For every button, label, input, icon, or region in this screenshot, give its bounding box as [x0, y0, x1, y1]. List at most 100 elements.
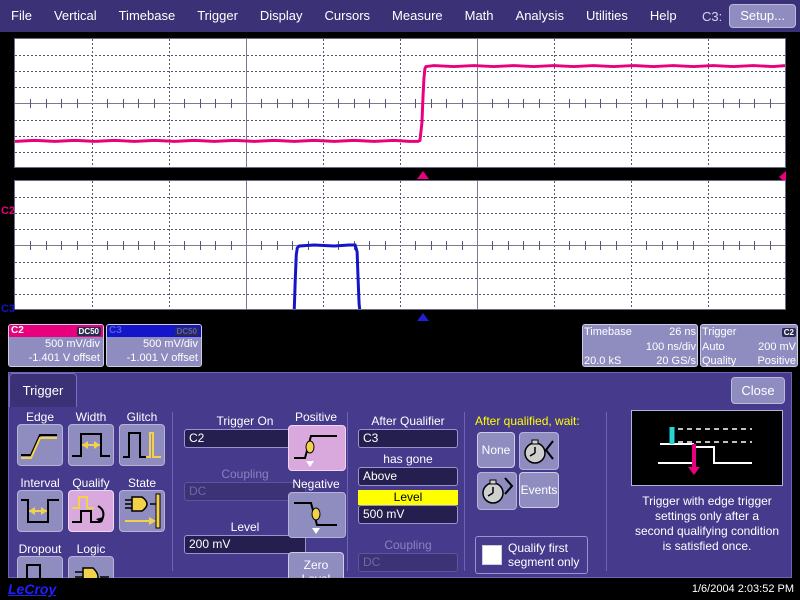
trigger-type-interval[interactable]: Interval	[17, 476, 63, 532]
help-text-line3: second qualifying condition	[631, 524, 783, 539]
interval-trigger-icon[interactable]	[17, 490, 63, 532]
trigger-type-qualify-label: Qualify	[68, 476, 114, 490]
channel-tag-c3: C3	[1, 304, 15, 315]
setup-button[interactable]: Setup...	[729, 4, 796, 28]
trigger-type-state-label: State	[119, 476, 165, 490]
trigger-status-mode: Auto	[702, 340, 725, 354]
width-trigger-icon[interactable]	[68, 424, 114, 466]
help-panel: Trigger with edge trigger settings only …	[631, 410, 783, 554]
qualify-trigger-icon[interactable]	[68, 490, 114, 532]
help-text: Trigger with edge trigger settings only …	[631, 494, 783, 554]
slope-positive-label: Positive	[286, 410, 346, 425]
descriptor-row: C2 DC50 500 mV/div -1.401 V offset C3 DC…	[0, 322, 800, 370]
slope-negative-label: Negative	[286, 477, 346, 492]
trigger-status-type-row: Quality Positive	[702, 354, 796, 367]
state-trigger-icon[interactable]	[119, 490, 165, 532]
trigger-position-marker-c3[interactable]	[417, 313, 429, 321]
slope-positive-button[interactable]	[288, 425, 346, 471]
menu-item-vertical[interactable]: Vertical	[43, 0, 108, 32]
trigger-status-slope: Positive	[757, 354, 796, 367]
waveform-trace-c3	[15, 181, 785, 309]
timebase-status-delay: 26 ns	[669, 325, 696, 340]
help-text-line1: Trigger with edge trigger	[631, 494, 783, 509]
timebase-status-sample-row: 20.0 kS 20 GS/s	[584, 354, 696, 367]
trigger-type-edge[interactable]: Edge	[17, 410, 63, 466]
waveform-trace-c2	[15, 39, 785, 167]
wait-none-button[interactable]: None	[477, 432, 515, 468]
dialog-body: Edge Width	[9, 406, 791, 577]
trigger-type-width[interactable]: Width	[68, 410, 114, 466]
menu-item-timebase[interactable]: Timebase	[108, 0, 187, 32]
descriptor-coupling-c2: DC50	[77, 327, 101, 336]
trigger-type-dropout-label: Dropout	[17, 542, 63, 556]
qualifier-level-field[interactable]: 500 mV	[358, 505, 458, 524]
wait-mode-buttons: None	[475, 432, 599, 510]
menu-item-cursors[interactable]: Cursors	[314, 0, 382, 32]
menu-item-trigger[interactable]: Trigger	[186, 0, 249, 32]
after-qualifier-header: After Qualifier	[358, 414, 458, 429]
menu-item-utilities[interactable]: Utilities	[575, 0, 639, 32]
qualifier-coupling-field: DC	[358, 553, 458, 572]
trigger-slope-column: Positive Negative	[286, 410, 346, 592]
glitch-trigger-icon[interactable]	[119, 424, 165, 466]
dialog-tab-trigger[interactable]: Trigger	[9, 373, 77, 407]
trigger-setup-dialog: Trigger Close Edge W	[8, 372, 792, 578]
has-gone-label: has gone	[358, 452, 458, 467]
menu-item-file[interactable]: File	[0, 0, 43, 32]
has-gone-field[interactable]: Above	[358, 467, 458, 486]
stopwatch-greater-than-icon[interactable]	[477, 472, 517, 510]
descriptor-offset-c3: -1.001 V offset	[107, 351, 201, 365]
menu-item-measure[interactable]: Measure	[381, 0, 454, 32]
qualified-trigger-diagram	[631, 410, 783, 486]
trigger-type-state[interactable]: State	[119, 476, 165, 532]
menu-bar-right: C3: Setup...	[702, 0, 796, 32]
timebase-status-perdiv: 100 ns/div	[646, 340, 696, 354]
after-qualified-wait-header: After qualified, wait:	[475, 414, 599, 428]
qualify-first-segment-checkbox-row[interactable]: Qualify first segment only	[475, 536, 588, 574]
qualify-first-segment-line1: Qualify first	[508, 541, 579, 555]
descriptor-offset-c2: -1.401 V offset	[9, 351, 103, 365]
stopwatch-less-than-icon[interactable]	[519, 432, 559, 470]
menu-item-display[interactable]: Display	[249, 0, 314, 32]
descriptor-name-c3: C3	[109, 326, 122, 336]
timebase-status-rate: 20 GS/s	[656, 354, 696, 367]
qualifier-coupling-label: Coupling	[358, 538, 458, 553]
close-button[interactable]: Close	[731, 377, 785, 404]
trigger-status-type: Quality	[702, 354, 736, 367]
trigger-status-level: 200 mV	[758, 340, 796, 354]
descriptor-scale-c2: 500 mV/div	[9, 337, 103, 351]
menu-bar: File Vertical Timebase Trigger Display C…	[0, 0, 800, 32]
timebase-status-samples: 20.0 kS	[584, 354, 621, 367]
menu-item-analysis[interactable]: Analysis	[505, 0, 575, 32]
trigger-status-source-badge: C2	[782, 328, 796, 337]
trigger-position-marker-c2[interactable]	[417, 171, 429, 179]
trigger-type-glitch[interactable]: Glitch	[119, 410, 165, 466]
timebase-status-box[interactable]: Timebase 26 ns 100 ns/div 20.0 kS 20 GS/…	[582, 324, 698, 367]
channel-descriptor-c3[interactable]: C3 DC50 500 mV/div -1.001 V offset	[106, 324, 202, 367]
trigger-type-glitch-label: Glitch	[119, 410, 165, 424]
menu-item-math[interactable]: Math	[454, 0, 505, 32]
descriptor-header-c3: C3 DC50	[107, 325, 201, 337]
trigger-status-mode-row: Auto 200 mV	[702, 340, 796, 354]
wait-none-label: None	[482, 443, 511, 457]
trigger-status-box[interactable]: Trigger C2 Auto 200 mV Quality Positive	[700, 324, 798, 367]
trigger-type-interval-label: Interval	[17, 476, 63, 490]
channel-tag-c2: C2	[1, 206, 15, 217]
waveform-grid-c3[interactable]	[14, 180, 786, 310]
wait-events-button[interactable]: Events	[519, 472, 559, 508]
channel-descriptor-c2[interactable]: C2 DC50 500 mV/div -1.401 V offset	[8, 324, 104, 367]
trigger-status-title: Trigger	[702, 325, 736, 340]
slope-negative-button[interactable]	[288, 492, 346, 538]
qualify-first-segment-checkbox[interactable]	[482, 545, 502, 565]
menu-item-help[interactable]: Help	[639, 0, 688, 32]
qualifier-level-label: Level	[358, 490, 458, 505]
trigger-type-qualify[interactable]: Qualify	[68, 476, 114, 532]
trigger-type-logic-label: Logic	[68, 542, 114, 556]
after-qualifier-source-field[interactable]: C3	[358, 429, 458, 448]
descriptor-name-c2: C2	[11, 326, 24, 336]
edge-trigger-icon[interactable]	[17, 424, 63, 466]
status-bar: LeCroy 1/6/2004 2:03:52 PM	[0, 578, 800, 600]
waveform-grid-c2[interactable]	[14, 38, 786, 168]
lecroy-logo[interactable]: LeCroy	[8, 581, 56, 597]
descriptor-coupling-c3: DC50	[175, 327, 199, 336]
